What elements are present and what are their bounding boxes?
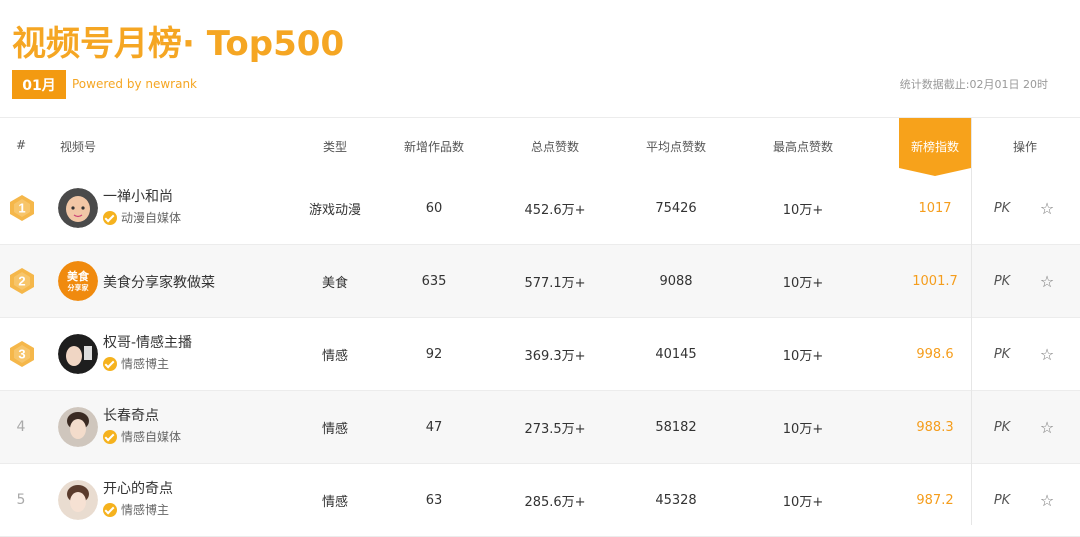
avg-likes-cell: 58182 xyxy=(655,419,697,435)
account-name[interactable]: 长春奇点 xyxy=(103,405,159,425)
account-tag-label: 动漫自媒体 xyxy=(121,211,182,225)
table-row: 4 长春奇点 情感自媒体 情感 47 273.5万+ 58182 10万+ 98… xyxy=(0,391,1080,464)
pk-button[interactable]: PK xyxy=(990,172,1014,244)
avg-likes-cell: 75426 xyxy=(655,200,697,216)
total-likes-cell: 452.6万+ xyxy=(524,202,586,218)
index-cell: 998.6 xyxy=(916,346,954,362)
stat-cutoff-time: 统计数据截止:02月01日 20时 xyxy=(899,78,1048,91)
total-likes-cell: 273.5万+ xyxy=(524,421,586,437)
table-row: 3 权哥-情感主播 情感博主 情感 92 369.3万+ 40145 10万+ … xyxy=(0,318,1080,391)
star-outline-icon[interactable]: ☆ xyxy=(1035,245,1059,317)
total-likes-cell: 577.1万+ xyxy=(524,275,586,291)
svg-text:3: 3 xyxy=(18,347,25,362)
col-type: 类型 xyxy=(322,140,347,154)
col-new-works[interactable]: 新增作品数 xyxy=(389,138,479,155)
avatar[interactable] xyxy=(58,407,98,447)
table-row: 5 开心的奇点 情感博主 情感 63 285.6万+ 45328 10万+ 98… xyxy=(0,464,1080,537)
verified-badge-icon xyxy=(103,502,117,517)
account-tag: 情感自媒体 xyxy=(103,428,181,445)
index-cell: 988.3 xyxy=(916,419,954,435)
pk-button[interactable]: PK xyxy=(990,464,1014,536)
col-index[interactable]: 新榜指数 xyxy=(899,138,971,155)
avatar[interactable]: 美食 分享家 xyxy=(58,261,98,301)
account-tag-label: 情感博主 xyxy=(121,357,170,371)
new-works-cell: 47 xyxy=(425,419,443,435)
new-works-cell: 60 xyxy=(425,200,443,216)
powered-by-text: Powered by newrank xyxy=(72,77,198,91)
account-tag: 动漫自媒体 xyxy=(103,209,181,226)
star-outline-icon[interactable]: ☆ xyxy=(1035,318,1059,390)
max-likes-cell: 10万+ xyxy=(782,275,824,291)
pk-button[interactable]: PK xyxy=(990,245,1014,317)
new-works-cell: 635 xyxy=(421,273,447,289)
avatar[interactable] xyxy=(58,334,98,374)
col-avg-likes[interactable]: 平均点赞数 xyxy=(631,138,721,155)
max-likes-cell: 10万+ xyxy=(782,202,824,218)
avatar[interactable] xyxy=(58,188,98,228)
star-outline-icon[interactable]: ☆ xyxy=(1035,464,1059,536)
max-likes-cell: 10万+ xyxy=(782,421,824,437)
account-tag: 情感博主 xyxy=(103,501,169,518)
new-works-cell: 63 xyxy=(425,492,443,508)
avg-likes-cell: 9088 xyxy=(659,273,693,289)
svg-text:美食: 美食 xyxy=(67,269,90,283)
pk-button[interactable]: PK xyxy=(990,318,1014,390)
svg-text:分享家: 分享家 xyxy=(68,283,90,292)
type-cell: 美食 xyxy=(321,275,348,291)
table-row: 1 一禅小和尚 动漫自媒体 游戏动漫 60 452.6万+ 75426 10万+… xyxy=(0,172,1080,245)
col-max-likes[interactable]: 最高点赞数 xyxy=(758,138,848,155)
rank-number: 5 xyxy=(16,492,26,508)
medal-icon: 1 xyxy=(10,195,34,221)
avatar[interactable] xyxy=(58,480,98,520)
type-cell: 游戏动漫 xyxy=(308,202,361,218)
verified-badge-icon xyxy=(103,356,117,371)
account-name[interactable]: 美食分享家教做菜 xyxy=(103,272,215,292)
rank-number: 4 xyxy=(16,419,26,435)
max-likes-cell: 10万+ xyxy=(782,348,824,364)
svg-text:2: 2 xyxy=(18,274,25,289)
account-tag-label: 情感自媒体 xyxy=(121,430,182,444)
ranking-table: # 视频号 类型 新增作品数 总点赞数 平均点赞数 最高点赞数 新榜指数 操作 … xyxy=(0,117,1080,537)
col-total-likes[interactable]: 总点赞数 xyxy=(510,138,600,155)
medal-icon: 2 xyxy=(10,268,34,294)
total-likes-cell: 285.6万+ xyxy=(524,494,586,510)
type-cell: 情感 xyxy=(321,348,348,364)
page-title: 视频号月榜· Top500 xyxy=(12,24,345,64)
account-name[interactable]: 权哥-情感主播 xyxy=(103,332,192,352)
table-row: 2 美食 分享家 美食分享家教做菜 美食 635 577.1万+ 9088 10… xyxy=(0,245,1080,318)
account-name[interactable]: 开心的奇点 xyxy=(103,478,173,498)
verified-badge-icon xyxy=(103,429,117,444)
col-account: 视频号 xyxy=(60,140,97,154)
account-name[interactable]: 一禅小和尚 xyxy=(103,186,173,206)
new-works-cell: 92 xyxy=(425,346,443,362)
pk-button[interactable]: PK xyxy=(990,391,1014,463)
index-cell: 987.2 xyxy=(916,492,954,508)
type-cell: 情感 xyxy=(321,494,348,510)
index-cell: 1017 xyxy=(918,200,952,216)
svg-text:1: 1 xyxy=(18,201,25,216)
verified-badge-icon xyxy=(103,210,117,225)
col-rank: # xyxy=(15,138,27,152)
max-likes-cell: 10万+ xyxy=(782,494,824,510)
col-ops: 操作 xyxy=(1012,140,1037,154)
table-header: # 视频号 类型 新增作品数 总点赞数 平均点赞数 最高点赞数 新榜指数 操作 xyxy=(0,118,1080,176)
total-likes-cell: 369.3万+ xyxy=(524,348,586,364)
star-outline-icon[interactable]: ☆ xyxy=(1035,172,1059,244)
star-outline-icon[interactable]: ☆ xyxy=(1035,391,1059,463)
type-cell: 情感 xyxy=(321,421,348,437)
month-badge[interactable]: 01月 xyxy=(12,70,66,99)
account-tag: 情感博主 xyxy=(103,355,169,372)
avg-likes-cell: 40145 xyxy=(655,346,697,362)
account-tag-label: 情感博主 xyxy=(121,503,170,517)
index-cell: 1001.7 xyxy=(912,273,958,289)
ops-column-divider xyxy=(971,118,972,525)
medal-icon: 3 xyxy=(10,341,34,367)
avg-likes-cell: 45328 xyxy=(655,492,697,508)
